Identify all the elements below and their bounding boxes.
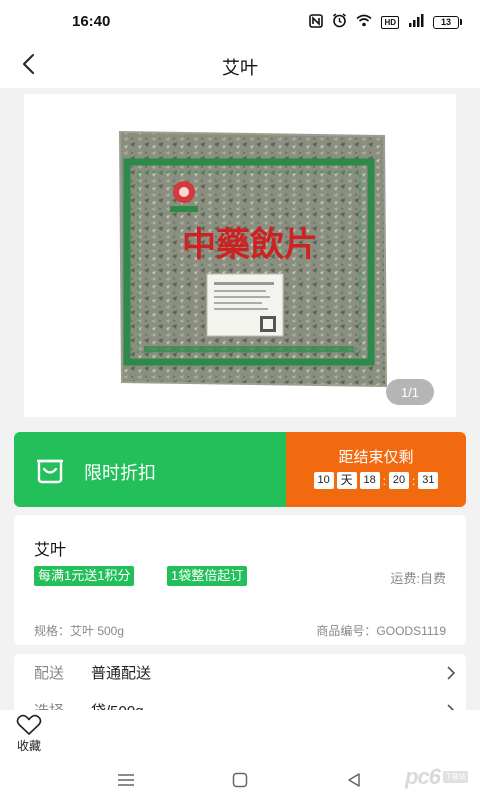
limited-discount-banner: 限时折扣 距结束仅剩 10 天 18 : 20 : 31	[14, 432, 466, 507]
countdown-days: 10	[313, 472, 334, 489]
menu-icon[interactable]	[114, 768, 138, 792]
countdown-hours: 18	[359, 472, 380, 489]
chevron-right-icon	[446, 666, 456, 680]
system-nav-bar: pc6 下载站	[0, 760, 480, 800]
discount-label: 限时折扣	[84, 463, 156, 483]
countdown-title: 距结束仅剩	[338, 449, 414, 466]
signal-icon	[408, 14, 424, 30]
discount-section: 限时折扣	[14, 432, 286, 507]
wifi-icon	[356, 14, 372, 30]
delivery-option-row[interactable]: 配送 普通配送	[14, 654, 466, 688]
select-option-row[interactable]: 选择 袋/500g	[14, 692, 466, 710]
back-triangle-icon[interactable]	[342, 768, 366, 792]
product-info-card: 艾叶 每满1元送1积分 1袋整倍起订 运费:自费 规格：艾叶 500g 商品编号…	[14, 515, 466, 645]
bottom-action-bar: 收藏	[0, 710, 480, 760]
countdown-section: 距结束仅剩 10 天 18 : 20 : 31	[286, 432, 466, 507]
countdown-minutes: 20	[389, 472, 409, 489]
status-time: 16:40	[72, 13, 111, 30]
product-image-gallery[interactable]: 中藥飲片 1/1	[24, 94, 456, 417]
image-counter: 1/1	[386, 379, 434, 405]
min-order-tag: 1袋整倍起订	[167, 566, 248, 586]
product-code: 商品编号：GOODS1119	[316, 624, 446, 638]
page-title: 艾叶	[222, 58, 258, 78]
shopping-bag-icon	[34, 454, 66, 484]
favorite-button[interactable]: 收藏	[12, 714, 46, 754]
product-image: 中藥飲片	[24, 94, 456, 417]
options-card: 配送 普通配送 选择 袋/500g	[14, 654, 466, 710]
countdown-timer: 10 天 18 : 20 : 31	[286, 472, 466, 489]
favorite-label: 收藏	[16, 739, 41, 753]
shipping-fee: 运费:自费	[390, 571, 446, 586]
select-value: 袋/500g	[91, 700, 144, 710]
package-label: 中藥飲片	[182, 225, 318, 265]
delivery-label: 配送	[34, 665, 65, 682]
heart-icon	[16, 714, 42, 735]
battery-level: 13	[433, 15, 459, 29]
countdown-separator: :	[382, 473, 386, 488]
nfc-icon	[309, 13, 324, 31]
delivery-value: 普通配送	[91, 665, 152, 682]
select-label: 选择	[34, 700, 64, 710]
product-spec: 规格：艾叶 500g	[34, 624, 125, 638]
status-icons: HD 13	[309, 13, 462, 31]
points-tag: 每满1元送1积分	[34, 566, 135, 586]
alarm-icon	[332, 13, 347, 31]
product-name: 艾叶	[34, 542, 67, 559]
watermark-logo: pc6 下载站	[405, 764, 468, 789]
nav-bar: 艾叶	[0, 42, 480, 88]
countdown-separator: :	[412, 473, 416, 488]
hd-icon: HD	[381, 15, 399, 29]
status-bar: 16:40 HD 13	[0, 0, 480, 42]
countdown-seconds: 31	[418, 472, 439, 489]
countdown-day-unit: 天	[336, 472, 357, 489]
battery-icon: 13	[433, 15, 462, 29]
home-icon[interactable]	[228, 768, 252, 792]
product-detail-content[interactable]: 中藥飲片 1/1 限时折扣 距结束仅剩 10 天 18: 20: 31 艾叶…	[0, 88, 480, 710]
